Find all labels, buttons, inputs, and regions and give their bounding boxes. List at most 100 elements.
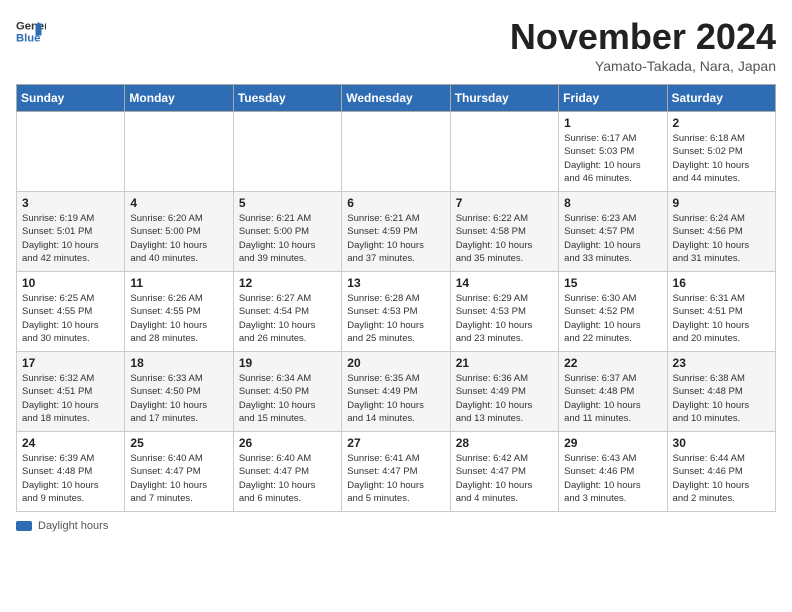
day-info: Sunrise: 6:28 AM Sunset: 4:53 PM Dayligh… — [347, 292, 444, 345]
legend-label: Daylight hours — [38, 520, 108, 532]
day-info: Sunrise: 6:36 AM Sunset: 4:49 PM Dayligh… — [456, 372, 553, 425]
day-number: 24 — [22, 436, 119, 450]
day-number: 21 — [456, 356, 553, 370]
day-info: Sunrise: 6:17 AM Sunset: 5:03 PM Dayligh… — [564, 132, 661, 185]
calendar-cell: 18Sunrise: 6:33 AM Sunset: 4:50 PM Dayli… — [125, 352, 233, 432]
day-number: 7 — [456, 196, 553, 210]
day-info: Sunrise: 6:39 AM Sunset: 4:48 PM Dayligh… — [22, 452, 119, 505]
day-info: Sunrise: 6:27 AM Sunset: 4:54 PM Dayligh… — [239, 292, 336, 345]
calendar-cell: 17Sunrise: 6:32 AM Sunset: 4:51 PM Dayli… — [17, 352, 125, 432]
calendar-cell: 12 Sunrise: 6:27 AM Sunset: 4:54 PM Dayli… — [233, 272, 341, 352]
calendar-cell: 30 Sunrise: 6:44 AM Sunset: 4:46 PM Dayli… — [667, 432, 775, 512]
day-number: 17 — [22, 356, 119, 370]
day-number: 10 — [22, 276, 119, 290]
calendar-header-thursday: Thursday — [450, 85, 558, 112]
calendar-header-row: SundayMondayTuesdayWednesdayThursdayFrid… — [17, 85, 776, 112]
calendar-cell: 23 Sunrise: 6:38 AM Sunset: 4:48 PM Dayli… — [667, 352, 775, 432]
location: Yamato-Takada, Nara, Japan — [510, 58, 776, 74]
calendar-cell: 5 Sunrise: 6:21 AM Sunset: 5:00 PM Daylig… — [233, 192, 341, 272]
calendar-cell — [342, 112, 450, 192]
calendar-header-wednesday: Wednesday — [342, 85, 450, 112]
day-info: Sunrise: 6:22 AM Sunset: 4:58 PM Dayligh… — [456, 212, 553, 265]
calendar-cell: 28 Sunrise: 6:42 AM Sunset: 4:47 PM Dayli… — [450, 432, 558, 512]
day-info: Sunrise: 6:40 AM Sunset: 4:47 PM Dayligh… — [239, 452, 336, 505]
calendar-cell: 15Sunrise: 6:30 AM Sunset: 4:52 PM Dayli… — [559, 272, 667, 352]
day-number: 5 — [239, 196, 336, 210]
day-number: 2 — [673, 116, 770, 130]
calendar-cell: 1 Sunrise: 6:17 AM Sunset: 5:03 PM Daylig… — [559, 112, 667, 192]
day-number: 30 — [673, 436, 770, 450]
day-number: 28 — [456, 436, 553, 450]
calendar-cell: 24 Sunrise: 6:39 AM Sunset: 4:48 PM Dayli… — [17, 432, 125, 512]
calendar-cell: 25Sunrise: 6:40 AM Sunset: 4:47 PM Dayli… — [125, 432, 233, 512]
calendar-cell: 6 Sunrise: 6:21 AM Sunset: 4:59 PM Daylig… — [342, 192, 450, 272]
calendar-cell: 3 Sunrise: 6:19 AM Sunset: 5:01 PM Daylig… — [17, 192, 125, 272]
calendar-cell: 16Sunrise: 6:31 AM Sunset: 4:51 PM Dayli… — [667, 272, 775, 352]
day-number: 19 — [239, 356, 336, 370]
calendar-cell: 26 Sunrise: 6:40 AM Sunset: 4:47 PM Dayli… — [233, 432, 341, 512]
day-info: Sunrise: 6:37 AM Sunset: 4:48 PM Dayligh… — [564, 372, 661, 425]
calendar-body: 1 Sunrise: 6:17 AM Sunset: 5:03 PM Daylig… — [17, 112, 776, 512]
day-info: Sunrise: 6:23 AM Sunset: 4:57 PM Dayligh… — [564, 212, 661, 265]
calendar-week-2: 3 Sunrise: 6:19 AM Sunset: 5:01 PM Daylig… — [17, 192, 776, 272]
day-info: Sunrise: 6:21 AM Sunset: 5:00 PM Dayligh… — [239, 212, 336, 265]
calendar-cell: 4Sunrise: 6:20 AM Sunset: 5:00 PM Daylig… — [125, 192, 233, 272]
legend: Daylight hours — [16, 520, 776, 532]
day-number: 23 — [673, 356, 770, 370]
day-number: 26 — [239, 436, 336, 450]
calendar-cell: 8Sunrise: 6:23 AM Sunset: 4:57 PM Daylig… — [559, 192, 667, 272]
calendar-cell: 10 Sunrise: 6:25 AM Sunset: 4:55 PM Dayli… — [17, 272, 125, 352]
calendar-cell: 2 Sunrise: 6:18 AM Sunset: 5:02 PM Daylig… — [667, 112, 775, 192]
day-info: Sunrise: 6:21 AM Sunset: 4:59 PM Dayligh… — [347, 212, 444, 265]
calendar-week-3: 10 Sunrise: 6:25 AM Sunset: 4:55 PM Dayli… — [17, 272, 776, 352]
calendar-cell — [450, 112, 558, 192]
calendar-cell: 14Sunrise: 6:29 AM Sunset: 4:53 PM Dayli… — [450, 272, 558, 352]
calendar-cell: 29 Sunrise: 6:43 AM Sunset: 4:46 PM Dayli… — [559, 432, 667, 512]
day-info: Sunrise: 6:34 AM Sunset: 4:50 PM Dayligh… — [239, 372, 336, 425]
calendar-cell: 22Sunrise: 6:37 AM Sunset: 4:48 PM Dayli… — [559, 352, 667, 432]
calendar-cell: 11 Sunrise: 6:26 AM Sunset: 4:55 PM Dayli… — [125, 272, 233, 352]
day-number: 27 — [347, 436, 444, 450]
day-number: 4 — [130, 196, 227, 210]
legend-color-box — [16, 521, 32, 531]
day-number: 20 — [347, 356, 444, 370]
calendar-cell — [125, 112, 233, 192]
title-block: November 2024 Yamato-Takada, Nara, Japan — [510, 16, 776, 74]
calendar-week-5: 24 Sunrise: 6:39 AM Sunset: 4:48 PM Dayli… — [17, 432, 776, 512]
day-info: Sunrise: 6:42 AM Sunset: 4:47 PM Dayligh… — [456, 452, 553, 505]
day-info: Sunrise: 6:38 AM Sunset: 4:48 PM Dayligh… — [673, 372, 770, 425]
calendar-cell: 20 Sunrise: 6:35 AM Sunset: 4:49 PM Dayli… — [342, 352, 450, 432]
day-number: 25 — [130, 436, 227, 450]
day-info: Sunrise: 6:24 AM Sunset: 4:56 PM Dayligh… — [673, 212, 770, 265]
calendar-header-tuesday: Tuesday — [233, 85, 341, 112]
day-number: 9 — [673, 196, 770, 210]
day-info: Sunrise: 6:30 AM Sunset: 4:52 PM Dayligh… — [564, 292, 661, 345]
day-info: Sunrise: 6:26 AM Sunset: 4:55 PM Dayligh… — [130, 292, 227, 345]
day-info: Sunrise: 6:43 AM Sunset: 4:46 PM Dayligh… — [564, 452, 661, 505]
day-number: 6 — [347, 196, 444, 210]
day-number: 29 — [564, 436, 661, 450]
day-number: 11 — [130, 276, 227, 290]
calendar-week-4: 17Sunrise: 6:32 AM Sunset: 4:51 PM Dayli… — [17, 352, 776, 432]
calendar-table: SundayMondayTuesdayWednesdayThursdayFrid… — [16, 84, 776, 512]
calendar-cell: 9 Sunrise: 6:24 AM Sunset: 4:56 PM Daylig… — [667, 192, 775, 272]
calendar-cell: 13Sunrise: 6:28 AM Sunset: 4:53 PM Dayli… — [342, 272, 450, 352]
day-number: 14 — [456, 276, 553, 290]
calendar-week-1: 1 Sunrise: 6:17 AM Sunset: 5:03 PM Daylig… — [17, 112, 776, 192]
day-info: Sunrise: 6:19 AM Sunset: 5:01 PM Dayligh… — [22, 212, 119, 265]
day-info: Sunrise: 6:44 AM Sunset: 4:46 PM Dayligh… — [673, 452, 770, 505]
day-info: Sunrise: 6:18 AM Sunset: 5:02 PM Dayligh… — [673, 132, 770, 185]
calendar-cell — [233, 112, 341, 192]
calendar-cell: 7 Sunrise: 6:22 AM Sunset: 4:58 PM Daylig… — [450, 192, 558, 272]
calendar-header-sunday: Sunday — [17, 85, 125, 112]
day-number: 12 — [239, 276, 336, 290]
calendar-cell: 27Sunrise: 6:41 AM Sunset: 4:47 PM Dayli… — [342, 432, 450, 512]
day-info: Sunrise: 6:35 AM Sunset: 4:49 PM Dayligh… — [347, 372, 444, 425]
day-info: Sunrise: 6:25 AM Sunset: 4:55 PM Dayligh… — [22, 292, 119, 345]
day-number: 16 — [673, 276, 770, 290]
day-number: 3 — [22, 196, 119, 210]
month-title: November 2024 — [510, 16, 776, 58]
page-header: General Blue November 2024 Yamato-Takada… — [16, 16, 776, 74]
calendar-header-monday: Monday — [125, 85, 233, 112]
day-number: 1 — [564, 116, 661, 130]
